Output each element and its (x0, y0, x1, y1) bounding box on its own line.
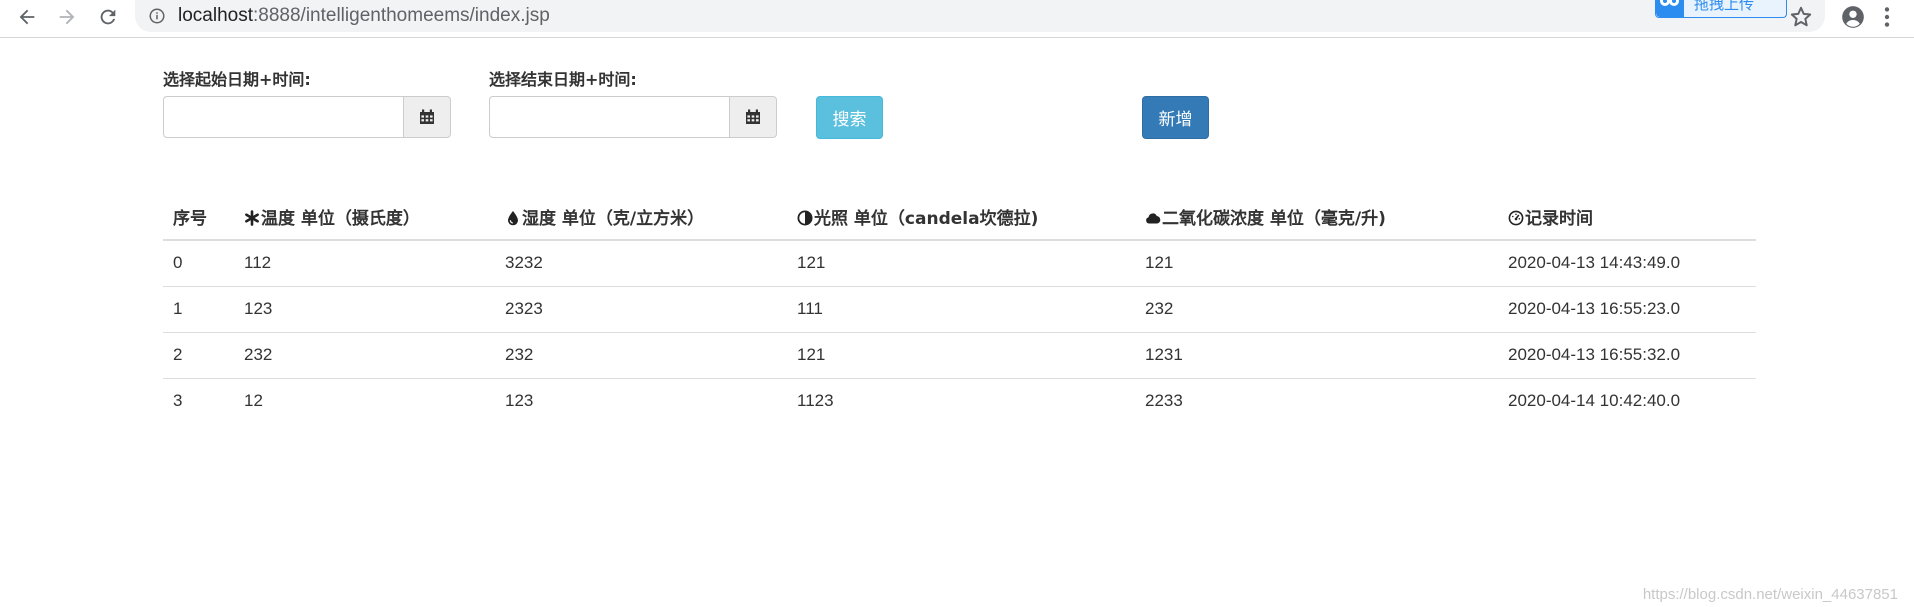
cell-index: 0 (163, 239, 234, 286)
start-datetime-input[interactable] (163, 96, 403, 138)
star-icon[interactable] (1788, 4, 1814, 30)
col-header-label: 二氧化碳浓度 单位（毫克/升) (1162, 208, 1386, 229)
adjust-icon (797, 210, 813, 225)
cell-index: 3 (163, 377, 234, 424)
reload-button[interactable] (93, 2, 123, 32)
start-datetime-label: 选择起始日期+时间: (163, 70, 311, 89)
extension-badge-label: 拖拽上传 (1694, 0, 1755, 13)
address-bar[interactable]: localhost:8888/intelligenthomeems/index.… (135, 0, 1825, 32)
cell-light: 121 (787, 239, 1135, 286)
back-arrow-icon (19, 9, 35, 25)
account-icon[interactable] (1840, 4, 1866, 30)
sensor-records-table: 序号 温度 单位（摄氏度） 湿度 单位（克/立方米） 光照 单位（candela… (163, 193, 1756, 424)
cell-humidity: 232 (495, 331, 787, 378)
col-header-co2: 二氧化碳浓度 单位（毫克/升) (1135, 193, 1498, 241)
search-button[interactable]: 搜索 (816, 96, 883, 139)
start-calendar-button[interactable] (403, 96, 451, 138)
end-datetime-input[interactable] (489, 96, 729, 138)
asterisk-icon (245, 209, 259, 226)
cell-index: 2 (163, 331, 234, 378)
url-text: localhost:8888/intelligenthomeems/index.… (178, 5, 550, 27)
cell-co2: 1231 (1135, 331, 1498, 378)
col-header-light: 光照 单位（candela坎德拉) (787, 193, 1135, 241)
cell-temperature: 123 (234, 285, 495, 332)
dashboard-icon (1508, 210, 1524, 225)
cell-light: 1123 (787, 377, 1135, 424)
table-row: 3 12 123 1123 2233 2020-04-14 10:42:40.0 (163, 377, 1756, 424)
csdn-watermark: https://blog.csdn.net/weixin_44637851 (1642, 586, 1898, 603)
start-datetime-picker (163, 96, 451, 138)
add-button[interactable]: 新增 (1142, 96, 1209, 139)
browser-toolbar: localhost:8888/intelligenthomeems/index.… (0, 0, 1914, 38)
cell-index: 1 (163, 285, 234, 332)
end-datetime-picker (489, 96, 777, 138)
table-row: 1 123 2323 111 232 2020-04-13 16:55:23.0 (163, 285, 1756, 332)
cell-light: 111 (787, 285, 1135, 332)
cell-co2: 121 (1135, 239, 1498, 286)
forward-arrow-icon (59, 9, 75, 25)
col-header-index: 序号 (163, 193, 234, 241)
url-path: :8888/intelligenthomeems/index.jsp (253, 5, 550, 26)
col-header-label: 湿度 单位（克/立方米） (522, 208, 705, 229)
baidu-cloud-icon (1656, 0, 1684, 17)
cell-record-time: 2020-04-13 16:55:32.0 (1498, 331, 1756, 378)
cell-temperature: 112 (234, 239, 495, 286)
col-header-label: 记录时间 (1525, 208, 1593, 229)
cell-temperature: 232 (234, 331, 495, 378)
cell-light: 121 (787, 331, 1135, 378)
cell-co2: 2233 (1135, 377, 1498, 424)
table-row: 0 112 3232 121 121 2020-04-13 14:43:49.0 (163, 239, 1756, 286)
col-header-record-time: 记录时间 (1498, 193, 1756, 241)
end-datetime-label: 选择结束日期+时间: (489, 70, 637, 89)
back-button[interactable] (12, 2, 42, 32)
cell-humidity: 3232 (495, 239, 787, 286)
url-host: localhost (178, 5, 253, 26)
cell-temperature: 12 (234, 377, 495, 424)
upload-extension-badge[interactable]: 拖拽上传 (1655, 0, 1787, 18)
cell-humidity: 2323 (495, 285, 787, 332)
table-header-row: 序号 温度 单位（摄氏度） 湿度 单位（克/立方米） 光照 单位（candela… (163, 193, 1756, 241)
cell-record-time: 2020-04-13 14:43:49.0 (1498, 239, 1756, 286)
info-icon (149, 8, 165, 24)
col-header-label: 序号 (173, 208, 207, 229)
cell-co2: 232 (1135, 285, 1498, 332)
table-row: 2 232 232 121 1231 2020-04-13 16:55:32.0 (163, 331, 1756, 378)
cloud-icon (1146, 212, 1161, 223)
reload-icon (100, 9, 116, 25)
tint-icon (508, 210, 518, 225)
end-calendar-button[interactable] (729, 96, 777, 138)
col-header-humidity: 湿度 单位（克/立方米） (495, 193, 787, 241)
col-header-label: 光照 单位（candela坎德拉) (814, 208, 1039, 229)
forward-button[interactable] (52, 2, 82, 32)
calendar-icon (746, 109, 760, 124)
cell-record-time: 2020-04-14 10:42:40.0 (1498, 377, 1756, 424)
menu-dots-icon[interactable] (1874, 4, 1900, 30)
col-header-label: 温度 单位（摄氏度） (261, 208, 420, 229)
cell-record-time: 2020-04-13 16:55:23.0 (1498, 285, 1756, 332)
cell-humidity: 123 (495, 377, 787, 424)
col-header-temperature: 温度 单位（摄氏度） (234, 193, 495, 241)
calendar-icon (420, 109, 434, 124)
